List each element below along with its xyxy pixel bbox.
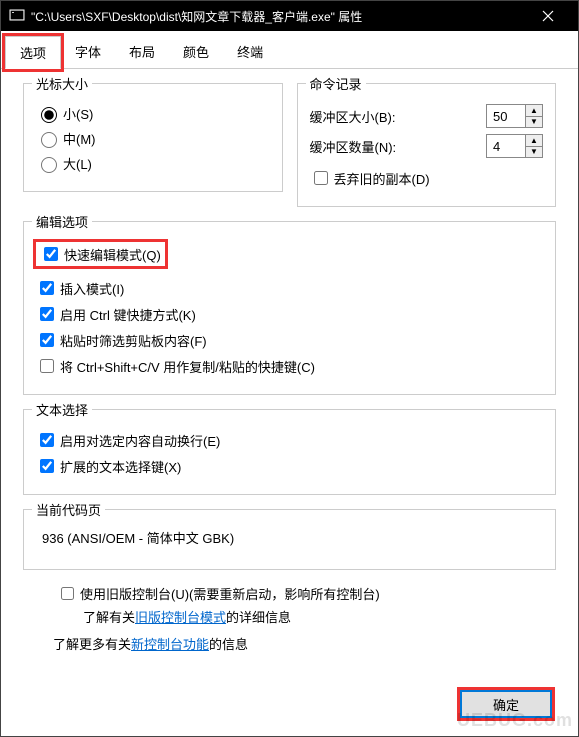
- cursor-size-small[interactable]: 小(S): [36, 104, 270, 123]
- cursor-size-medium-label: 中(M): [63, 129, 96, 148]
- ctrl-shortcuts-check[interactable]: 启用 Ctrl 键快捷方式(K): [36, 304, 543, 324]
- extended-keys-check[interactable]: 扩展的文本选择键(X): [36, 456, 543, 476]
- legacy-mode-link[interactable]: 旧版控制台模式: [135, 610, 226, 625]
- wrap-selection-label: 启用对选定内容自动换行(E): [60, 431, 220, 450]
- command-history-group: 命令记录 缓冲区大小(B): ▲ ▼ 缓冲区数量(N):: [297, 83, 557, 207]
- buffer-size-spinner[interactable]: ▲ ▼: [486, 104, 543, 128]
- ctrl-shift-cv-label: 将 Ctrl+Shift+C/V 用作复制/粘贴的快捷键(C): [60, 357, 315, 376]
- filter-clipboard-checkbox[interactable]: [40, 333, 54, 347]
- text-select-title: 文本选择: [32, 400, 92, 419]
- window-title: "C:\Users\SXF\Desktop\dist\知网文章下载器_客户端.e…: [31, 8, 526, 25]
- codepage-title: 当前代码页: [32, 500, 105, 519]
- filter-clipboard-check[interactable]: 粘贴时筛选剪贴板内容(F): [36, 330, 543, 350]
- buffer-count-spinner[interactable]: ▲ ▼: [486, 134, 543, 158]
- wrap-selection-check[interactable]: 启用对选定内容自动换行(E): [36, 430, 543, 450]
- command-history-title: 命令记录: [306, 74, 366, 93]
- insert-mode-checkbox[interactable]: [40, 281, 54, 295]
- tab-font[interactable]: 字体: [61, 36, 115, 69]
- text-select-group: 文本选择 启用对选定内容自动换行(E) 扩展的文本选择键(X): [23, 409, 556, 495]
- quick-edit-label: 快速编辑模式(Q): [64, 245, 161, 264]
- tab-terminal[interactable]: 终端: [223, 36, 277, 69]
- legacy-info-1: 了解有关旧版控制台模式的详细信息: [83, 607, 556, 626]
- legacy-console-check[interactable]: 使用旧版控制台(U)(需要重新启动，影响所有控制台): [57, 584, 556, 603]
- app-icon: [9, 8, 25, 24]
- buffer-count-input[interactable]: [487, 139, 525, 154]
- options-pane: 光标大小 小(S) 中(M) 大(L): [1, 69, 578, 678]
- cursor-size-small-label: 小(S): [63, 104, 93, 123]
- tabstrip: 选项 字体 布局 颜色 终端: [1, 35, 578, 69]
- buffer-size-input[interactable]: [487, 109, 525, 124]
- buffer-count-down[interactable]: ▼: [526, 146, 542, 157]
- dialog-buttons: 确定: [1, 678, 578, 736]
- edit-options-group: 编辑选项 快速编辑模式(Q) 插入模式(I) 启用 Ctrl 键快捷方式(K) …: [23, 221, 556, 395]
- edit-options-title: 编辑选项: [32, 212, 92, 231]
- cursor-size-title: 光标大小: [32, 74, 92, 93]
- cursor-size-large-label: 大(L): [63, 154, 92, 173]
- buffer-count-up[interactable]: ▲: [526, 135, 542, 146]
- extended-keys-label: 扩展的文本选择键(X): [60, 457, 181, 476]
- codepage-value: 936 (ANSI/OEM - 简体中文 GBK): [36, 524, 543, 557]
- buffer-size-down[interactable]: ▼: [526, 116, 542, 127]
- discard-old-check[interactable]: 丢弃旧的副本(D): [310, 168, 544, 188]
- cursor-size-medium[interactable]: 中(M): [36, 129, 270, 148]
- titlebar[interactable]: "C:\Users\SXF\Desktop\dist\知网文章下载器_客户端.e…: [1, 1, 578, 31]
- legacy-console-checkbox[interactable]: [61, 587, 74, 600]
- discard-old-label: 丢弃旧的副本(D): [334, 169, 430, 188]
- extended-keys-checkbox[interactable]: [40, 459, 54, 473]
- new-console-link[interactable]: 新控制台功能: [131, 637, 209, 652]
- tab-layout[interactable]: 布局: [115, 36, 169, 69]
- quick-edit-checkbox[interactable]: [44, 247, 58, 261]
- ctrl-shortcuts-checkbox[interactable]: [40, 307, 54, 321]
- ctrl-shift-cv-check[interactable]: 将 Ctrl+Shift+C/V 用作复制/粘贴的快捷键(C): [36, 356, 543, 376]
- close-button[interactable]: [526, 1, 570, 31]
- wrap-selection-checkbox[interactable]: [40, 433, 54, 447]
- buffer-size-label: 缓冲区大小(B):: [310, 107, 475, 126]
- cursor-size-medium-radio[interactable]: [41, 132, 57, 148]
- properties-dialog: "C:\Users\SXF\Desktop\dist\知网文章下载器_客户端.e…: [0, 0, 579, 737]
- cursor-size-small-radio[interactable]: [41, 107, 57, 123]
- buffer-count-label: 缓冲区数量(N):: [310, 137, 475, 156]
- legacy-console-label: 使用旧版控制台(U)(需要重新启动，影响所有控制台): [80, 584, 380, 603]
- quick-edit-check[interactable]: 快速编辑模式(Q): [36, 242, 165, 266]
- codepage-group: 当前代码页 936 (ANSI/OEM - 简体中文 GBK): [23, 509, 556, 570]
- buffer-size-up[interactable]: ▲: [526, 105, 542, 116]
- filter-clipboard-label: 粘贴时筛选剪贴板内容(F): [60, 331, 207, 350]
- ctrl-shortcuts-label: 启用 Ctrl 键快捷方式(K): [60, 305, 196, 324]
- close-icon: [542, 10, 554, 22]
- ok-button[interactable]: 确定: [460, 690, 552, 718]
- discard-old-checkbox[interactable]: [314, 171, 328, 185]
- insert-mode-label: 插入模式(I): [60, 279, 124, 298]
- cursor-size-group: 光标大小 小(S) 中(M) 大(L): [23, 83, 283, 192]
- cursor-size-large-radio[interactable]: [41, 157, 57, 173]
- insert-mode-check[interactable]: 插入模式(I): [36, 278, 543, 298]
- legacy-info-2: 了解更多有关新控制台功能的信息: [53, 634, 556, 653]
- tab-options[interactable]: 选项: [5, 36, 61, 69]
- cursor-size-large[interactable]: 大(L): [36, 154, 270, 173]
- ctrl-shift-cv-checkbox[interactable]: [40, 359, 54, 373]
- tab-colors[interactable]: 颜色: [169, 36, 223, 69]
